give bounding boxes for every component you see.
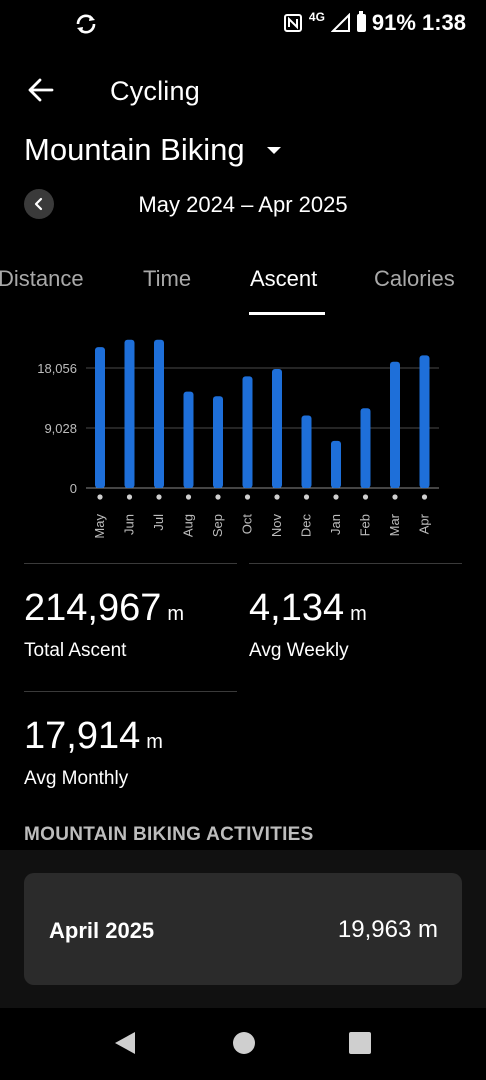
avg-monthly-stat: 17,914 m Avg Monthly <box>24 714 163 790</box>
tick-dot <box>333 494 339 500</box>
tab-time[interactable]: Time <box>143 266 191 292</box>
x-tick-label: Mar <box>387 513 402 536</box>
tick-dot <box>362 494 369 500</box>
bar-apr[interactable] <box>419 355 430 488</box>
back-arrow-icon[interactable] <box>22 72 62 108</box>
tick-dot <box>185 494 192 500</box>
bar-nov[interactable] <box>272 369 282 488</box>
y-tick-label: 0 <box>70 481 77 496</box>
total-ascent-value: 214,967 <box>24 587 162 629</box>
bar-jul[interactable] <box>154 339 164 488</box>
signal-icon <box>330 13 350 32</box>
activity-month-card[interactable]: April 2025 19,963 m <box>24 873 462 985</box>
bar-feb[interactable] <box>360 408 371 488</box>
avg-monthly-unit: m <box>146 731 163 753</box>
x-tick-label: Aug <box>181 514 196 537</box>
total-ascent-unit: m <box>167 603 185 625</box>
system-navigation-bar <box>0 1008 486 1080</box>
bar-jan[interactable] <box>331 440 341 488</box>
tick-dot <box>97 494 103 500</box>
x-tick-label: Jul <box>151 514 166 531</box>
bar-oct[interactable] <box>242 376 253 488</box>
ascent-bar-chart: 18,056 9,028 0 May Jun Jul Aug Sep Oct Nov Dec Jan F… <box>0 330 486 560</box>
status-bar: 4G 91% 1:38 <box>0 0 486 48</box>
status-icons: 4G 91% 1:38 <box>283 10 466 36</box>
x-tick-label: Jan <box>328 514 343 535</box>
tick-dot <box>392 494 398 500</box>
divider <box>24 563 237 564</box>
avg-monthly-value: 17,914 <box>24 715 141 757</box>
tick-dot <box>274 494 280 500</box>
bar-aug[interactable] <box>183 391 194 488</box>
tick-dot <box>156 494 162 500</box>
battery-icon <box>356 11 366 32</box>
activity-month-value: 19,963 m <box>337 916 438 943</box>
dropdown-caret-icon <box>266 146 281 154</box>
x-tick-label: Apr <box>417 513 432 534</box>
x-tick-label: Dec <box>299 514 314 538</box>
x-tick-label: Oct <box>240 514 255 535</box>
tick-dot <box>244 494 251 500</box>
active-tab-indicator <box>249 312 325 315</box>
date-range-label: May 2024 – Apr 2025 <box>138 192 348 217</box>
divider <box>24 691 237 692</box>
avg-weekly-label: Avg Weekly <box>249 640 349 661</box>
nfc-icon <box>283 14 302 32</box>
network-type: 4G <box>308 10 325 24</box>
page-title: Cycling <box>110 76 200 106</box>
activity-month-label: April 2025 <box>49 918 155 943</box>
bar-dec[interactable] <box>301 415 312 488</box>
sport-selector[interactable]: Mountain Biking <box>24 132 281 168</box>
activities-section-title: MOUNTAIN BIKING ACTIVITIES <box>24 824 314 845</box>
tick-dot <box>421 494 428 500</box>
sport-selector-label: Mountain Biking <box>24 132 245 167</box>
total-ascent-label: Total Ascent <box>24 640 127 661</box>
avg-weekly-stat: 4,134 m Avg Weekly <box>249 586 367 662</box>
tab-calories[interactable]: Calories <box>374 266 455 292</box>
bar-mar[interactable] <box>390 361 400 488</box>
nav-recents-icon[interactable] <box>348 1030 372 1056</box>
x-tick-label: Jun <box>122 514 137 535</box>
tick-dot <box>303 494 310 500</box>
divider <box>249 563 462 564</box>
y-tick-label: 9,028 <box>44 421 77 436</box>
total-ascent-stat: 214,967 m Total Ascent <box>24 586 184 662</box>
x-tick-label: Sep <box>210 514 225 537</box>
tab-ascent[interactable]: Ascent <box>250 266 317 292</box>
x-tick-label: Feb <box>358 514 373 536</box>
nav-home-icon[interactable] <box>232 1030 256 1056</box>
sync-icon <box>76 14 96 34</box>
metric-tabs: Distance Time Ascent Calories <box>0 260 486 318</box>
avg-weekly-value: 4,134 <box>249 587 345 629</box>
bar-sep[interactable] <box>213 396 223 488</box>
tab-distance[interactable]: Distance <box>0 266 84 292</box>
y-tick-label: 18,056 <box>37 361 77 376</box>
clock: 1:38 <box>421 10 466 35</box>
chart-canvas: 18,056 9,028 0 May Jun Jul Aug Sep Oct Nov Dec Jan F… <box>37 339 439 539</box>
nav-back-icon[interactable] <box>113 1030 137 1056</box>
bar-jun[interactable] <box>124 339 135 488</box>
battery-percent: 91% <box>371 10 416 35</box>
tick-dot <box>215 494 221 500</box>
x-tick-label: Nov <box>269 514 284 538</box>
bar-may[interactable] <box>95 347 105 488</box>
tick-dot <box>126 494 133 500</box>
date-range-row: May 2024 – Apr 2025 <box>0 184 486 224</box>
avg-monthly-label: Avg Monthly <box>24 768 129 789</box>
avg-weekly-unit: m <box>350 603 367 625</box>
x-tick-label: May <box>92 514 107 539</box>
app-bar: Cycling <box>0 60 486 122</box>
